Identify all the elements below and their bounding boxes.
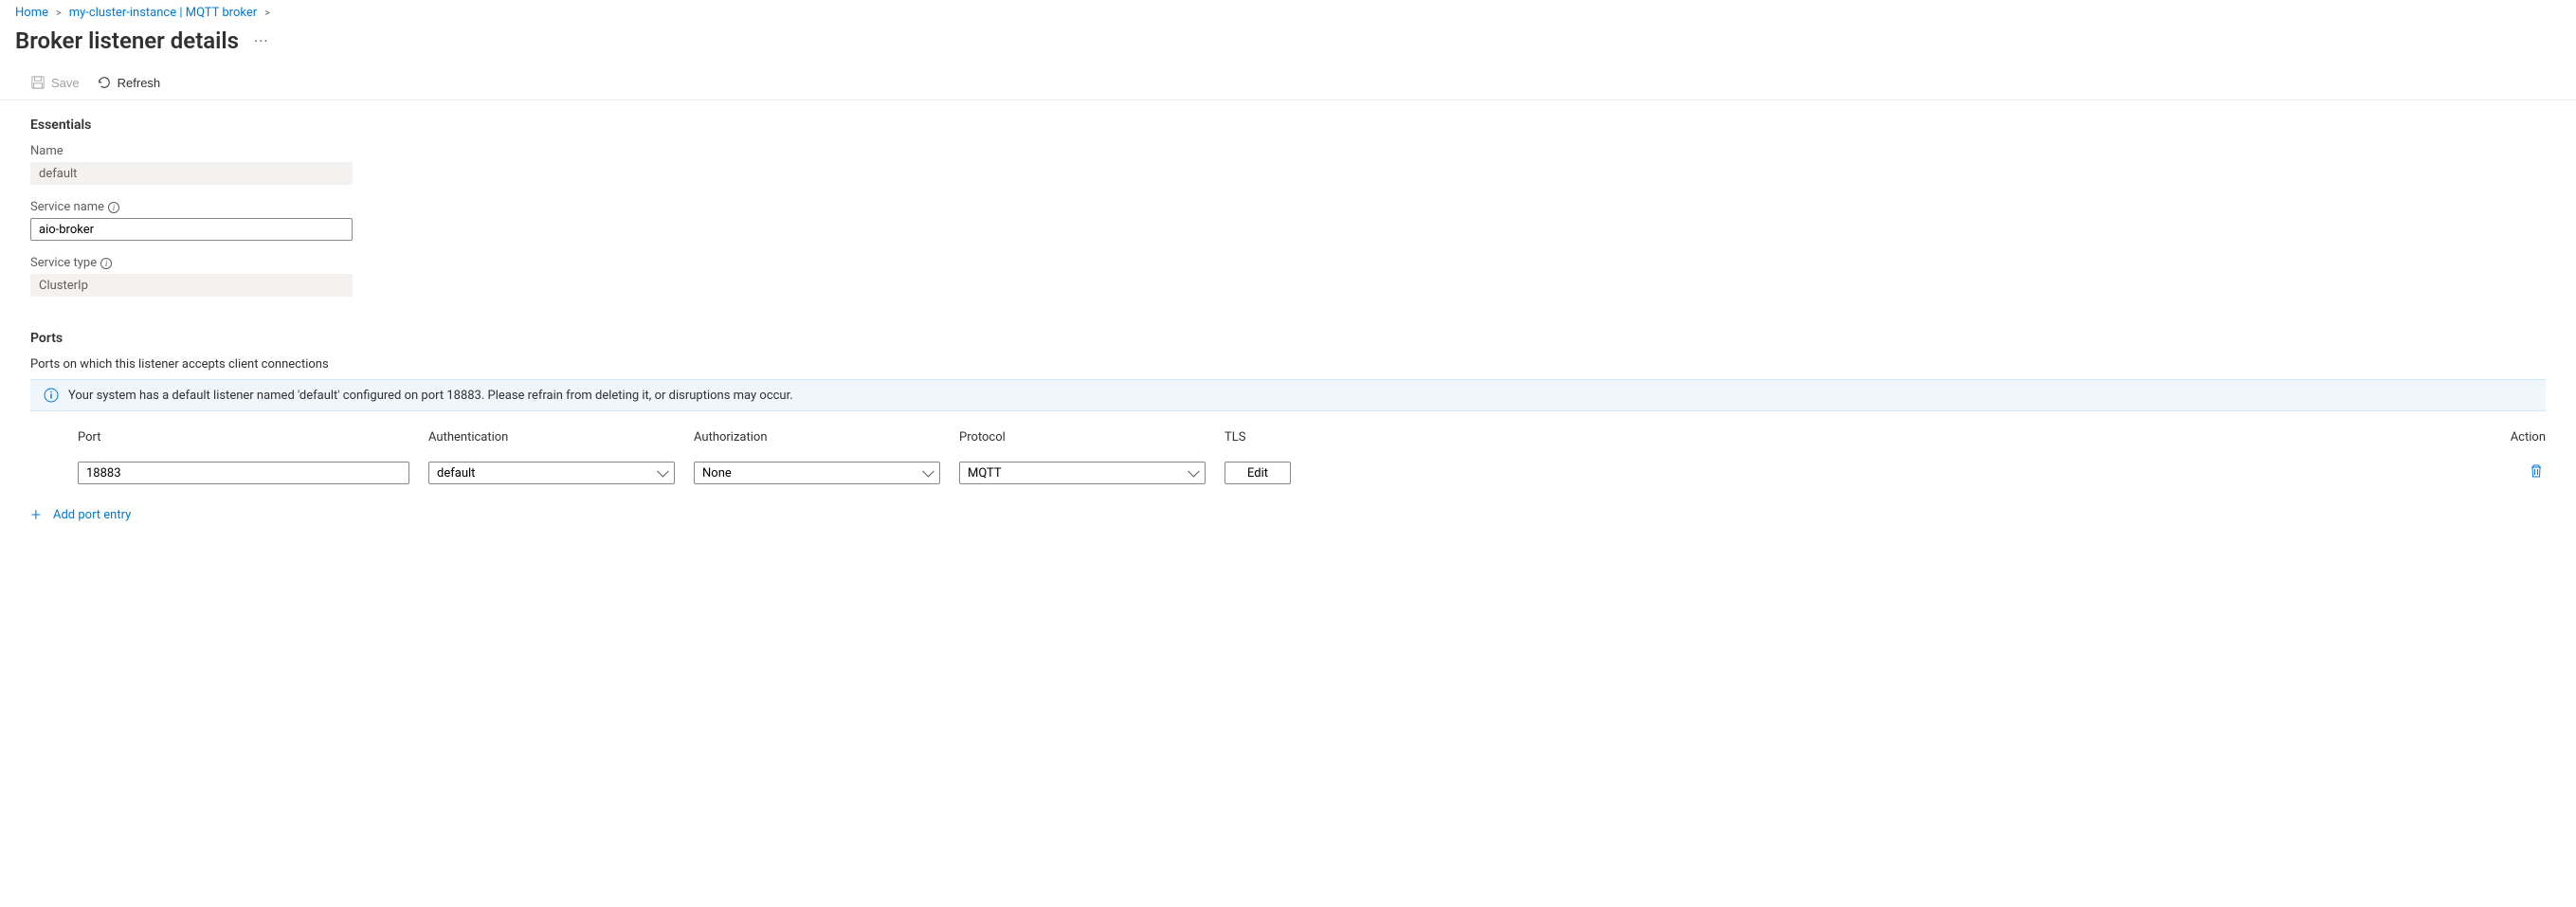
service-name-input[interactable] [30,218,353,241]
breadcrumb-home[interactable]: Home [15,6,48,20]
service-type-field: Service type i [30,256,2546,297]
save-icon [30,75,45,90]
col-protocol: Protocol [959,430,1225,444]
breadcrumb: Home > my-cluster-instance | MQTT broker… [0,0,2576,24]
save-button[interactable]: Save [30,73,80,92]
refresh-label: Refresh [118,76,161,90]
authorization-select[interactable]: None [694,462,940,484]
name-field: Name [30,144,2546,185]
col-authentication: Authentication [428,430,694,444]
tls-edit-button[interactable]: Edit [1225,462,1291,484]
save-label: Save [51,76,80,90]
service-type-label: Service type i [30,256,2546,270]
table-row: default None MQTT Edit [30,462,2546,498]
authentication-select[interactable]: default [428,462,675,484]
col-port: Port [78,430,428,444]
add-port-entry-button[interactable]: + Add port entry [27,498,2546,533]
page-header: Broker listener details ··· [0,24,2576,65]
breadcrumb-instance[interactable]: my-cluster-instance | MQTT broker [69,6,257,20]
content: Essentials Name Service name i Service t… [0,100,2576,533]
service-name-field: Service name i [30,200,2546,241]
info-icon[interactable]: i [108,202,119,213]
info-icon[interactable]: i [100,258,112,269]
info-icon [44,388,59,403]
name-input [30,162,353,185]
plus-icon: + [27,505,45,525]
service-type-input [30,274,353,297]
info-banner: Your system has a default listener named… [30,379,2546,411]
service-name-label: Service name i [30,200,2546,214]
protocol-select[interactable]: MQTT [959,462,1206,484]
delete-icon[interactable] [2529,463,2544,479]
ports-description: Ports on which this listener accepts cli… [30,357,2546,372]
banner-text: Your system has a default listener named… [68,389,793,403]
page-title: Broker listener details [15,27,239,54]
refresh-icon [97,75,112,90]
name-label: Name [30,144,2546,158]
col-tls: TLS [1225,430,1442,444]
port-input[interactable] [78,462,409,484]
add-port-label: Add port entry [53,508,131,522]
col-action: Action [1442,430,2546,444]
refresh-button[interactable]: Refresh [97,73,161,92]
more-icon[interactable]: ··· [254,32,269,50]
toolbar: Save Refresh [0,65,2576,100]
ports-table: Port Authentication Authorization Protoc… [30,430,2546,533]
chevron-right-icon: > [264,7,270,19]
ports-table-header: Port Authentication Authorization Protoc… [30,430,2546,462]
chevron-right-icon: > [56,7,62,19]
col-authorization: Authorization [694,430,959,444]
essentials-heading: Essentials [30,118,2546,133]
ports-heading: Ports [30,331,2546,346]
